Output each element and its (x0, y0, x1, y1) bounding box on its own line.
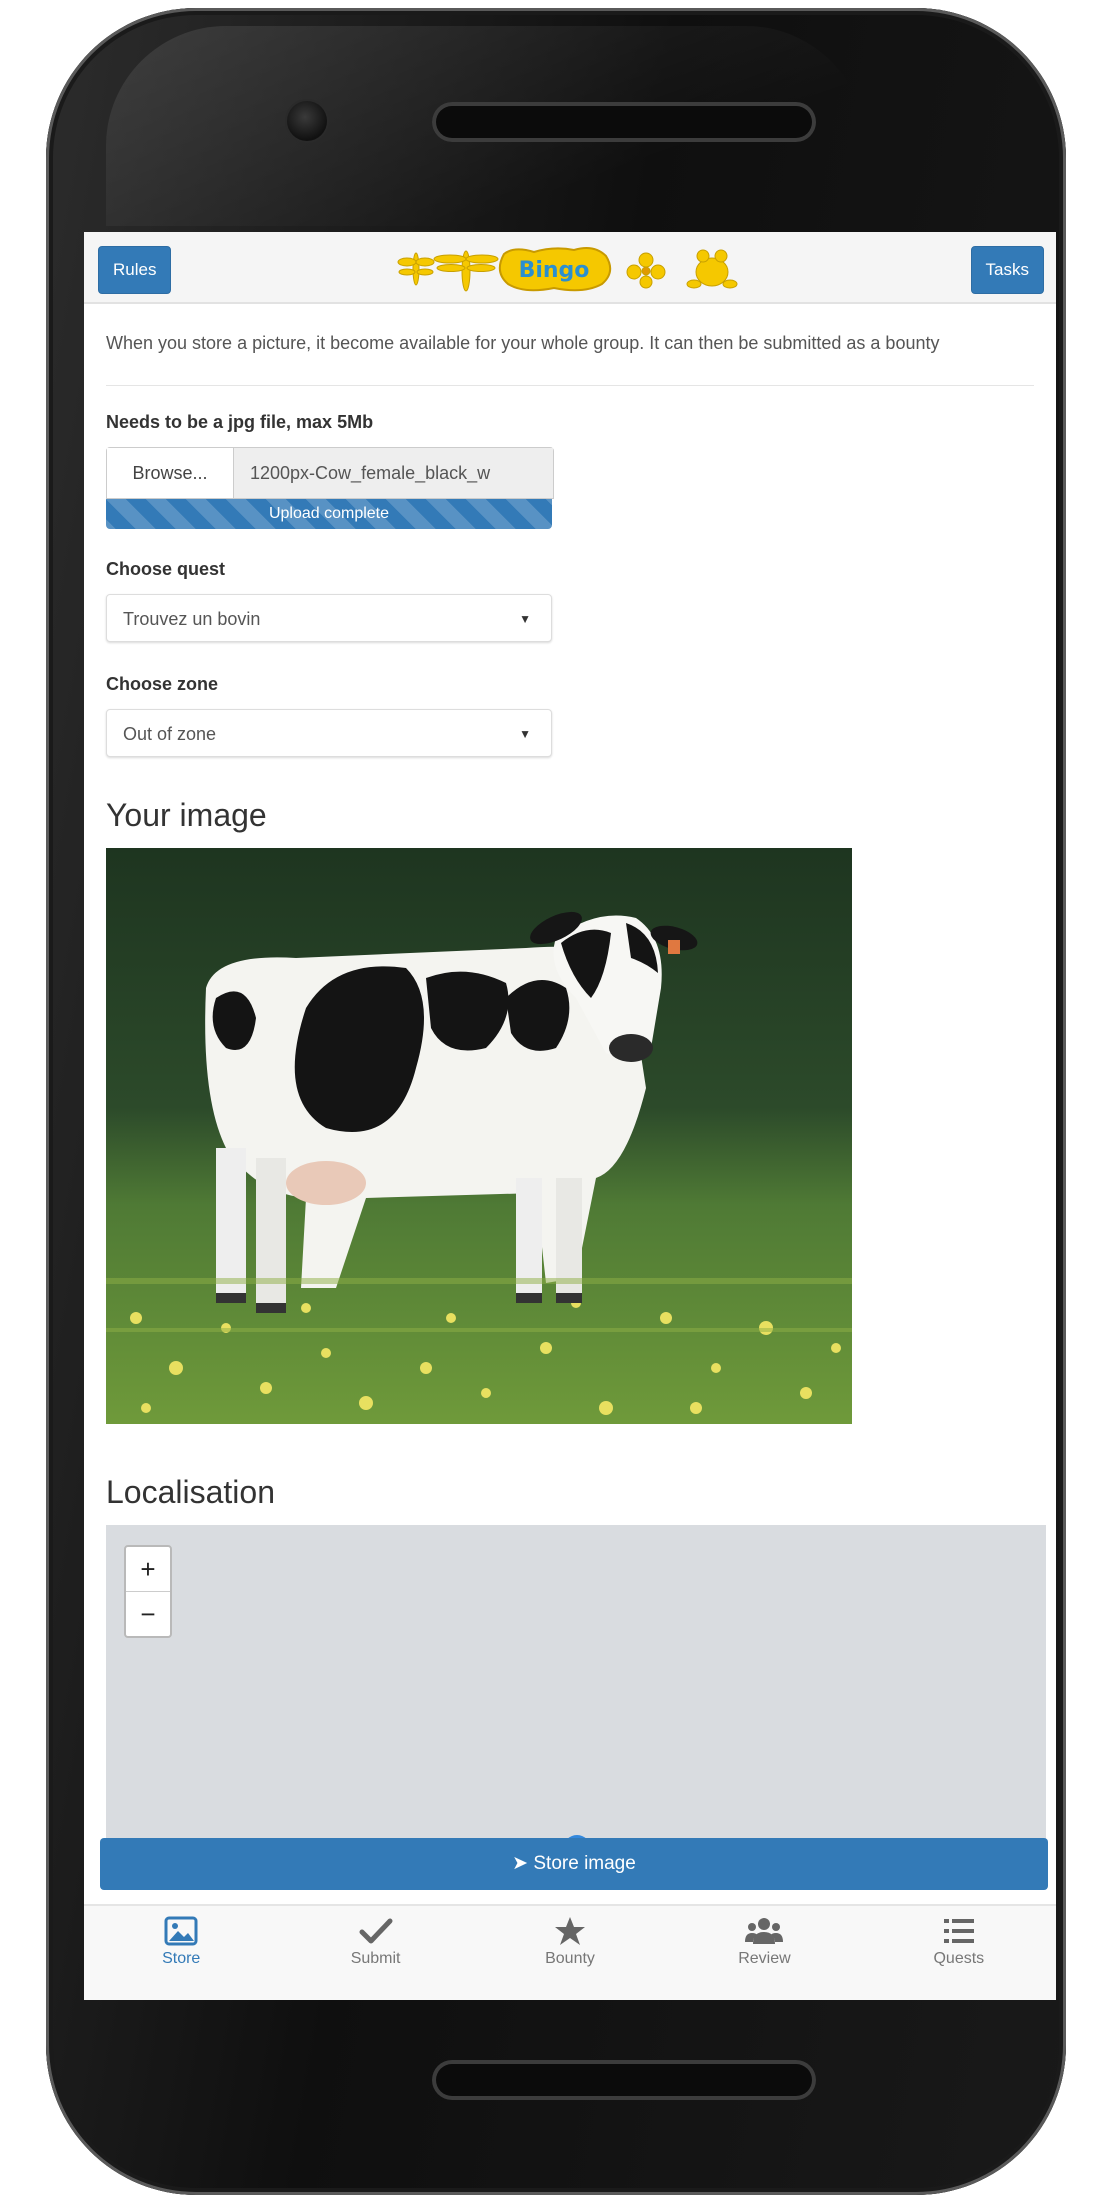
zone-label: Choose zone (106, 674, 219, 694)
store-image-button[interactable]: ➤ Store image (100, 1838, 1048, 1890)
quest-label: Choose quest (106, 559, 226, 579)
nav-store[interactable]: Store (84, 1906, 278, 2000)
nav-quests-label: Quests (933, 1950, 985, 1967)
nav-submit[interactable]: Submit (278, 1906, 472, 2000)
nav-bounty-label: Bounty (545, 1950, 595, 1967)
app-screen: Rules Bingo Tasks When you store a pictu… (84, 232, 1056, 2000)
intro-text: When you store a picture, it become avai… (106, 333, 940, 353)
file-name-field[interactable]: 1200px-Cow_female_black_w (234, 448, 553, 498)
chevron-down-icon: ▼ (519, 612, 531, 626)
chevron-down-icon: ▼ (519, 727, 531, 741)
cow-photo (106, 848, 852, 1424)
rules-button[interactable]: Rules (98, 246, 172, 294)
file-input-group[interactable]: Browse... 1200px-Cow_female_black_w (106, 447, 554, 499)
nav-review-label: Review (738, 1950, 791, 1967)
star-icon (555, 1917, 586, 1945)
zoom-out-button[interactable]: − (126, 1592, 170, 1636)
top-bar: Rules Bingo Tasks (84, 232, 1056, 304)
store-image-label: Store image (533, 1853, 636, 1874)
nav-bounty[interactable]: Bounty (473, 1906, 667, 2000)
upload-progress-bar: Upload complete (106, 499, 552, 529)
divider (106, 385, 1034, 386)
quest-select[interactable]: Trouvez un bovin ▼ (106, 594, 552, 642)
upload-label: Needs to be a jpg file, max 5Mb (106, 412, 374, 432)
zoom-control: + − (124, 1545, 172, 1638)
zone-selected-value: Out of zone (123, 724, 217, 744)
localisation-title: Localisation (106, 1474, 275, 1510)
users-icon (745, 1918, 784, 1944)
quest-selected-value: Trouvez un bovin (123, 609, 261, 629)
your-image-title: Your image (106, 797, 267, 833)
nav-review[interactable]: Review (667, 1906, 861, 2000)
main-content: When you store a picture, it become avai… (106, 302, 1046, 1869)
nav-submit-label: Submit (350, 1950, 401, 1967)
home-bar (432, 2060, 816, 2100)
nav-store-label: Store (162, 1950, 201, 1967)
camera-icon (287, 101, 327, 141)
uploaded-image (106, 848, 852, 1424)
send-icon: ➤ (512, 1853, 529, 1874)
zoom-in-button[interactable]: + (126, 1547, 170, 1592)
browse-button[interactable]: Browse... (107, 448, 234, 498)
bottom-navigation: Store Submit Bounty Review Quests (84, 1904, 1056, 2000)
map-view[interactable]: + − (106, 1525, 1046, 1869)
nav-quests[interactable]: Quests (862, 1906, 1056, 2000)
bingo-logo: Bingo (397, 247, 738, 292)
list-icon (943, 1919, 974, 1943)
check-icon (359, 1918, 393, 1944)
tasks-button[interactable]: Tasks (970, 246, 1044, 294)
logo-text: Bingo (519, 258, 590, 283)
picture-icon (164, 1916, 198, 1946)
zone-select[interactable]: Out of zone ▼ (106, 709, 552, 757)
speaker-grill (432, 102, 816, 142)
